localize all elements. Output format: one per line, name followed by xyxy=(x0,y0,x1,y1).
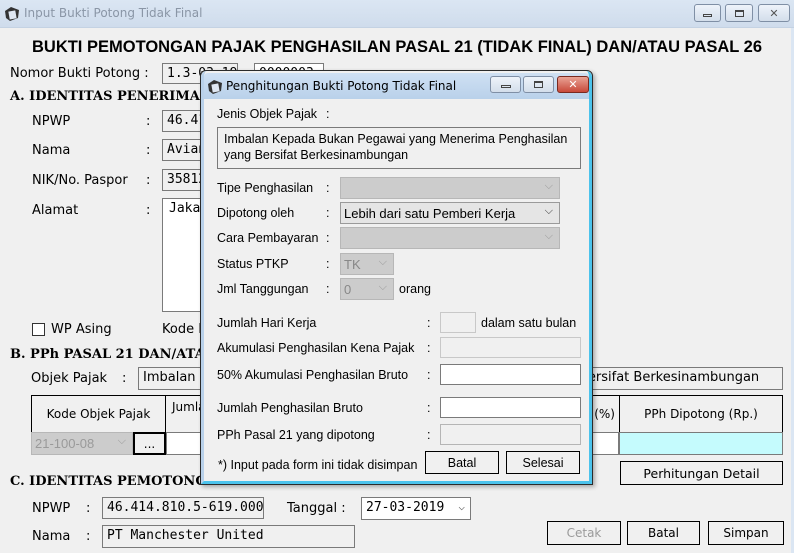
tanggal-datepicker[interactable]: 27-03-2019 ⌵ xyxy=(361,497,471,520)
colon: : xyxy=(326,107,330,121)
app-icon xyxy=(4,6,20,22)
note-text: *) Input pada form ini tidak disimpan xyxy=(218,458,418,472)
minimize-icon xyxy=(703,13,712,17)
close-button[interactable]: ✕ xyxy=(758,4,790,22)
colon: : xyxy=(427,428,431,442)
wp-asing-checkbox[interactable] xyxy=(32,323,45,336)
nik-paspor-label: NIK/No. Paspor xyxy=(32,173,128,188)
tipe-penghasilan-dropdown[interactable]: ⌵ xyxy=(340,177,560,199)
tanggal-label: Tanggal : xyxy=(287,501,346,516)
pemotong-npwp-field: 46.414.810.5-619.000 xyxy=(102,497,264,519)
wp-asing-label: WP Asing xyxy=(51,322,112,337)
status-ptkp-value: TK xyxy=(344,256,361,272)
dialog-batal-button[interactable]: Batal xyxy=(425,451,499,474)
kode-objek-pajak-dropdown[interactable]: 21-100-08 ⌵ xyxy=(31,432,133,455)
jumlah-hari-kerja-label: Jumlah Hari Kerja xyxy=(217,316,317,330)
status-ptkp-dropdown[interactable]: TK ⌵ xyxy=(340,253,394,275)
colon: : xyxy=(427,401,431,415)
maximize-button[interactable] xyxy=(725,4,753,22)
alamat-label: Alamat xyxy=(32,203,79,218)
pph-pasal-21-label: PPh Pasal 21 yang dipotong xyxy=(217,428,375,442)
jumlah-bruto-label: Jumlah Penghasilan Bruto xyxy=(217,401,363,415)
chevron-down-icon: ⌵ xyxy=(458,500,465,513)
dialog-selesai-button[interactable]: Selesai xyxy=(506,451,580,474)
dipotong-oleh-dropdown[interactable]: Lebih dari satu Pemberi Kerja ⌵ xyxy=(340,202,560,224)
dipotong-oleh-label: Dipotong oleh xyxy=(217,206,295,220)
jml-tanggungan-value: 0 xyxy=(344,281,352,297)
jml-tanggungan-dropdown[interactable]: 0 ⌵ xyxy=(340,278,394,300)
colon: : xyxy=(326,206,330,220)
jenis-objek-pajak-label: Jenis Objek Pajak xyxy=(217,107,318,121)
orang-label: orang xyxy=(399,282,431,296)
simpan-button[interactable]: Simpan xyxy=(708,521,784,545)
colon: : xyxy=(146,143,151,158)
jenis-objek-pajak-box: Imbalan Kepada Bukan Pegawai yang Meneri… xyxy=(217,127,581,169)
tanggal-value: 27-03-2019 xyxy=(366,500,445,515)
colon: : xyxy=(427,316,431,330)
dialog-app-icon xyxy=(207,79,223,95)
pemotong-nama-label: Nama xyxy=(32,529,71,544)
pemotong-nama-field: PT Manchester United xyxy=(102,525,355,548)
dialog-close-button[interactable]: ✕ xyxy=(557,76,589,93)
cara-pembayaran-dropdown[interactable]: ⌵ xyxy=(340,227,560,249)
objek-pajak-label: Objek Pajak xyxy=(31,371,108,386)
akumulasi-pkp-label: Akumulasi Penghasilan Kena Pajak xyxy=(217,341,415,355)
chevron-down-icon: ⌵ xyxy=(378,281,387,293)
dialog-minimize-button[interactable] xyxy=(490,76,521,93)
chevron-down-icon: ⌵ xyxy=(544,205,553,217)
colon: : xyxy=(326,181,330,195)
maximize-icon xyxy=(534,81,543,88)
dipotong-oleh-value: Lebih dari satu Pemberi Kerja xyxy=(344,205,516,221)
colon: : xyxy=(86,529,91,544)
minimize-button[interactable] xyxy=(694,4,721,22)
bruto-50-label: 50% Akumulasi Penghasilan Bruto xyxy=(217,368,409,382)
colon: : xyxy=(146,203,151,218)
status-ptkp-label: Status PTKP xyxy=(217,257,289,271)
cetak-button[interactable]: Cetak xyxy=(547,521,621,545)
colon: : xyxy=(326,282,330,296)
pph-dipotong-cell xyxy=(619,432,783,455)
colon: : xyxy=(427,341,431,355)
dalam-satu-bulan-label: dalam satu bulan xyxy=(481,316,577,330)
page-title: BUKTI PEMOTONGAN PAJAK PENGHASILAN PASAL… xyxy=(31,38,763,56)
jml-tanggungan-label: Jml Tanggungan xyxy=(217,282,309,296)
colon: : xyxy=(122,371,127,386)
jumlah-hari-kerja-input[interactable] xyxy=(440,312,476,333)
close-icon: ✕ xyxy=(568,78,578,91)
colon: : xyxy=(427,368,431,382)
chevron-down-icon: ⌵ xyxy=(544,180,553,192)
colon: : xyxy=(146,114,151,129)
colon: : xyxy=(326,257,330,271)
npwp-label: NPWP xyxy=(32,114,71,129)
perhitungan-detail-button[interactable]: Perhitungan Detail xyxy=(620,461,783,485)
colon: : xyxy=(146,173,151,188)
jumlah-bruto-input[interactable] xyxy=(440,397,581,418)
colon: : xyxy=(326,231,330,245)
kode-objek-pajak-value: 21-100-08 xyxy=(35,436,95,451)
dialog-title: Penghitungan Bukti Potong Tidak Final xyxy=(226,79,457,93)
bruto-50-input[interactable] xyxy=(440,364,581,385)
nomor-bukti-potong-label: Nomor Bukti Potong : xyxy=(10,66,149,81)
chevron-down-icon: ⌵ xyxy=(117,435,126,447)
window-title: Input Bukti Potong Tidak Final xyxy=(24,6,203,20)
minimize-icon xyxy=(500,85,511,88)
table-header-kode-objek-pajak: Kode Objek Pajak xyxy=(31,395,166,433)
close-icon: ✕ xyxy=(769,6,779,20)
section-c-heading: C. IDENTITAS PEMOTONG xyxy=(10,474,207,489)
chevron-down-icon: ⌵ xyxy=(544,230,553,242)
kode-objek-pajak-browse-button[interactable]: ... xyxy=(133,432,166,455)
cara-pembayaran-label: Cara Pembayaran xyxy=(217,231,319,245)
table-header-pph-dipotong: PPh Dipotong (Rp.) xyxy=(619,395,783,433)
tipe-penghasilan-label: Tipe Penghasilan xyxy=(217,181,314,195)
maximize-icon xyxy=(734,9,744,17)
nama-label: Nama xyxy=(32,143,71,158)
akumulasi-pkp-input[interactable] xyxy=(440,337,581,358)
perhitungan-dialog: Penghitungan Bukti Potong Tidak Final ✕ … xyxy=(200,70,593,485)
pemotong-npwp-label: NPWP xyxy=(32,501,71,516)
chevron-down-icon: ⌵ xyxy=(378,256,387,268)
pph-pasal-21-input[interactable] xyxy=(440,424,581,445)
dialog-maximize-button[interactable] xyxy=(523,76,554,93)
batal-button[interactable]: Batal xyxy=(627,521,700,545)
colon: : xyxy=(86,501,91,516)
